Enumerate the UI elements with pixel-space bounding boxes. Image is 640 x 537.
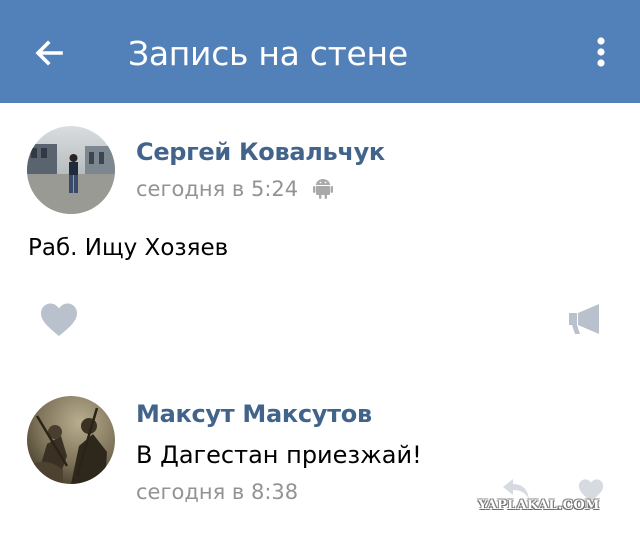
post-author-name[interactable]: Сергей Ковальчук — [136, 137, 385, 167]
like-button[interactable] — [40, 303, 78, 342]
more-vertical-icon — [597, 37, 605, 67]
megaphone-icon — [569, 304, 599, 334]
comment-author-name[interactable]: Максут Максутов — [136, 399, 372, 429]
post-author-avatar[interactable] — [27, 126, 115, 214]
page-title: Запись на стене — [128, 34, 408, 73]
reply-icon — [503, 479, 529, 499]
avatar-photo — [27, 396, 115, 484]
section-separator — [0, 364, 640, 378]
comment-author-avatar[interactable] — [27, 396, 115, 484]
post-text: Раб. Ищу Хозяев — [28, 235, 229, 261]
watermark-text: YAPLAKAL.COM — [478, 498, 600, 513]
top-app-bar: Запись на стене — [0, 0, 640, 103]
heart-icon — [41, 303, 77, 336]
android-icon — [313, 179, 333, 199]
comment-timestamp: сегодня в 8:38 — [136, 480, 299, 504]
comment-text: В Дагестан приезжай! — [136, 441, 422, 469]
more-options-button[interactable] — [584, 30, 618, 74]
post-timestamp: сегодня в 5:24 — [136, 177, 299, 201]
share-button[interactable] — [569, 303, 603, 340]
avatar-photo — [27, 126, 115, 214]
back-button[interactable] — [28, 32, 70, 74]
back-arrow-icon — [35, 40, 63, 66]
